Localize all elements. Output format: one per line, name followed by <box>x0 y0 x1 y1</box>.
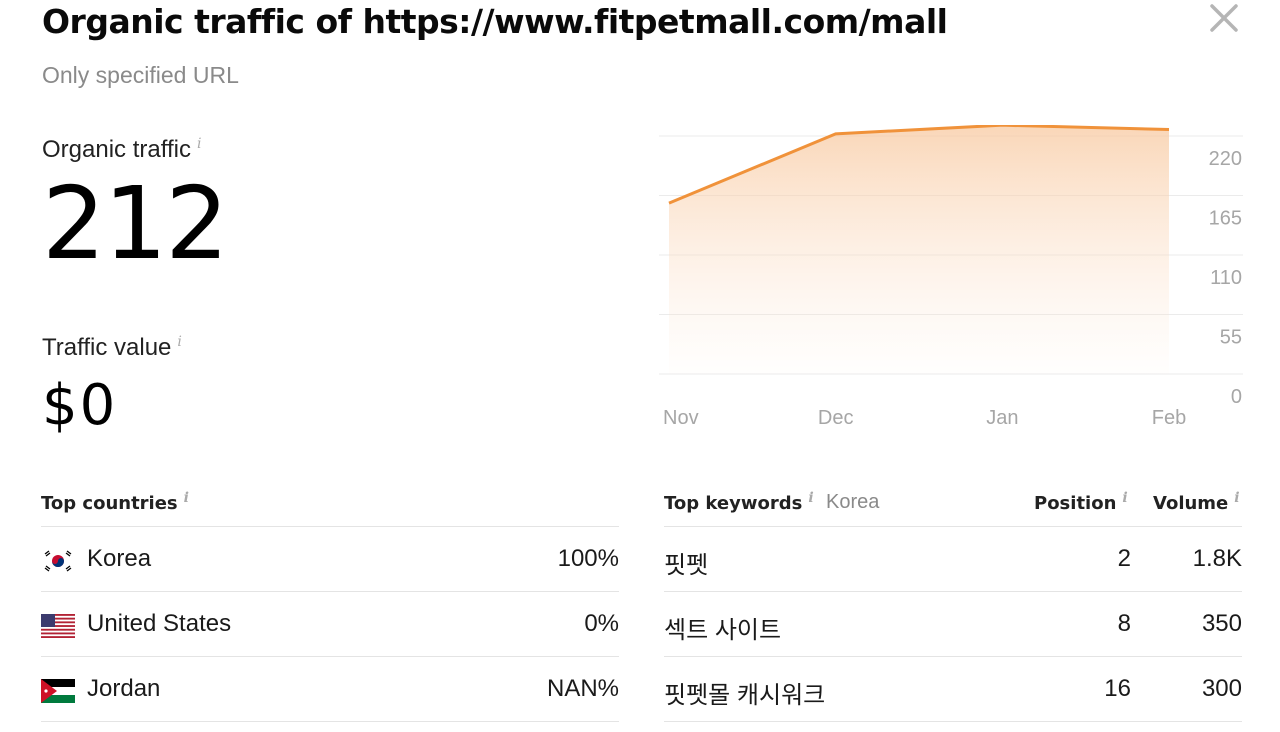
country-share: 100% <box>557 545 619 572</box>
jordan-flag-icon <box>41 679 75 703</box>
position-header-text: Position <box>1034 493 1117 514</box>
traffic-value-label: Traffic value i <box>42 334 182 362</box>
organic-traffic-label: Organic traffic i <box>42 136 201 164</box>
top-keywords-title-text: Top keywords <box>664 493 803 514</box>
country-share: NAN% <box>546 675 619 702</box>
info-icon[interactable]: i <box>197 136 201 152</box>
y-tick-label: 110 <box>1210 267 1242 289</box>
y-tick-label: 220 <box>1209 148 1242 170</box>
country-row[interactable]: United States 0% <box>41 592 619 657</box>
keyword-row[interactable]: 섹트 사이트 8 350 <box>664 592 1242 657</box>
top-keywords-table: Top keywords i Korea Position i Volume i 핏펫… <box>664 482 1242 722</box>
dialog-subtitle: Only specified URL <box>42 62 239 88</box>
keyword-position: 8 <box>1117 610 1131 637</box>
top-countries-table: Top countries i Korea 100% United States… <box>41 482 619 722</box>
x-tick-label: Nov <box>663 407 699 429</box>
keyword-text[interactable]: 섹트 사이트 <box>664 610 781 645</box>
info-icon[interactable]: i <box>177 334 181 350</box>
country-name: Korea <box>87 545 152 572</box>
traffic-area <box>669 125 1169 374</box>
usa-flag-icon <box>41 614 75 638</box>
traffic-value-label-text: Traffic value <box>42 334 172 361</box>
x-tick-label: Jan <box>986 407 1018 429</box>
top-keywords-header: Top keywords i Korea Position i Volume i <box>664 482 1242 527</box>
country-name: Jordan <box>87 675 161 702</box>
country-row[interactable]: Jordan NAN% <box>41 657 619 722</box>
volume-header: Volume i <box>1153 490 1240 514</box>
organic-traffic-label-text: Organic traffic <box>42 136 191 163</box>
keyword-text[interactable]: 핏펫 <box>664 545 708 580</box>
keyword-position: 2 <box>1117 545 1131 572</box>
volume-header-text: Volume <box>1153 493 1229 514</box>
keywords-country-label: Korea <box>826 491 880 513</box>
y-tick-label: 165 <box>1209 208 1242 230</box>
top-countries-title: Top countries i <box>41 490 189 514</box>
y-tick-label: 0 <box>1231 386 1242 408</box>
close-icon[interactable] <box>1206 0 1242 36</box>
info-icon[interactable]: i <box>1122 490 1127 506</box>
keyword-volume: 300 <box>1201 675 1242 702</box>
korea-flag-icon <box>41 549 75 573</box>
keyword-volume: 350 <box>1201 610 1242 637</box>
info-icon[interactable]: i <box>808 490 813 506</box>
position-header: Position i <box>1034 490 1128 514</box>
keyword-text[interactable]: 핏펫몰 캐시워크 <box>664 675 825 710</box>
close-button[interactable] <box>1206 0 1242 36</box>
keyword-row[interactable]: 핏펫 2 1.8K <box>664 527 1242 592</box>
info-icon[interactable]: i <box>1234 490 1239 506</box>
top-keywords-title: Top keywords i <box>664 490 814 514</box>
country-name: United States <box>87 610 232 637</box>
top-countries-title-text: Top countries <box>41 493 178 514</box>
top-countries-header: Top countries i <box>41 482 619 527</box>
keyword-volume: 1.8K <box>1192 545 1242 572</box>
y-tick-label: 55 <box>1220 327 1242 349</box>
dialog-title: Organic traffic of https://www.fitpetmal… <box>42 2 948 41</box>
x-tick-label: Dec <box>818 407 854 429</box>
country-share: 0% <box>584 610 619 637</box>
country-row[interactable]: Korea 100% <box>41 527 619 592</box>
x-tick-label: Feb <box>1152 407 1186 429</box>
organic-traffic-value: 212 <box>42 165 229 282</box>
keyword-row[interactable]: 핏펫몰 캐시워크 16 300 <box>664 657 1242 722</box>
traffic-chart: 0 55 110 165 220 Nov Dec Jan Feb <box>659 125 1243 429</box>
traffic-value-amount: $0 <box>42 373 118 438</box>
keyword-position: 16 <box>1104 675 1131 702</box>
info-icon[interactable]: i <box>184 490 189 506</box>
